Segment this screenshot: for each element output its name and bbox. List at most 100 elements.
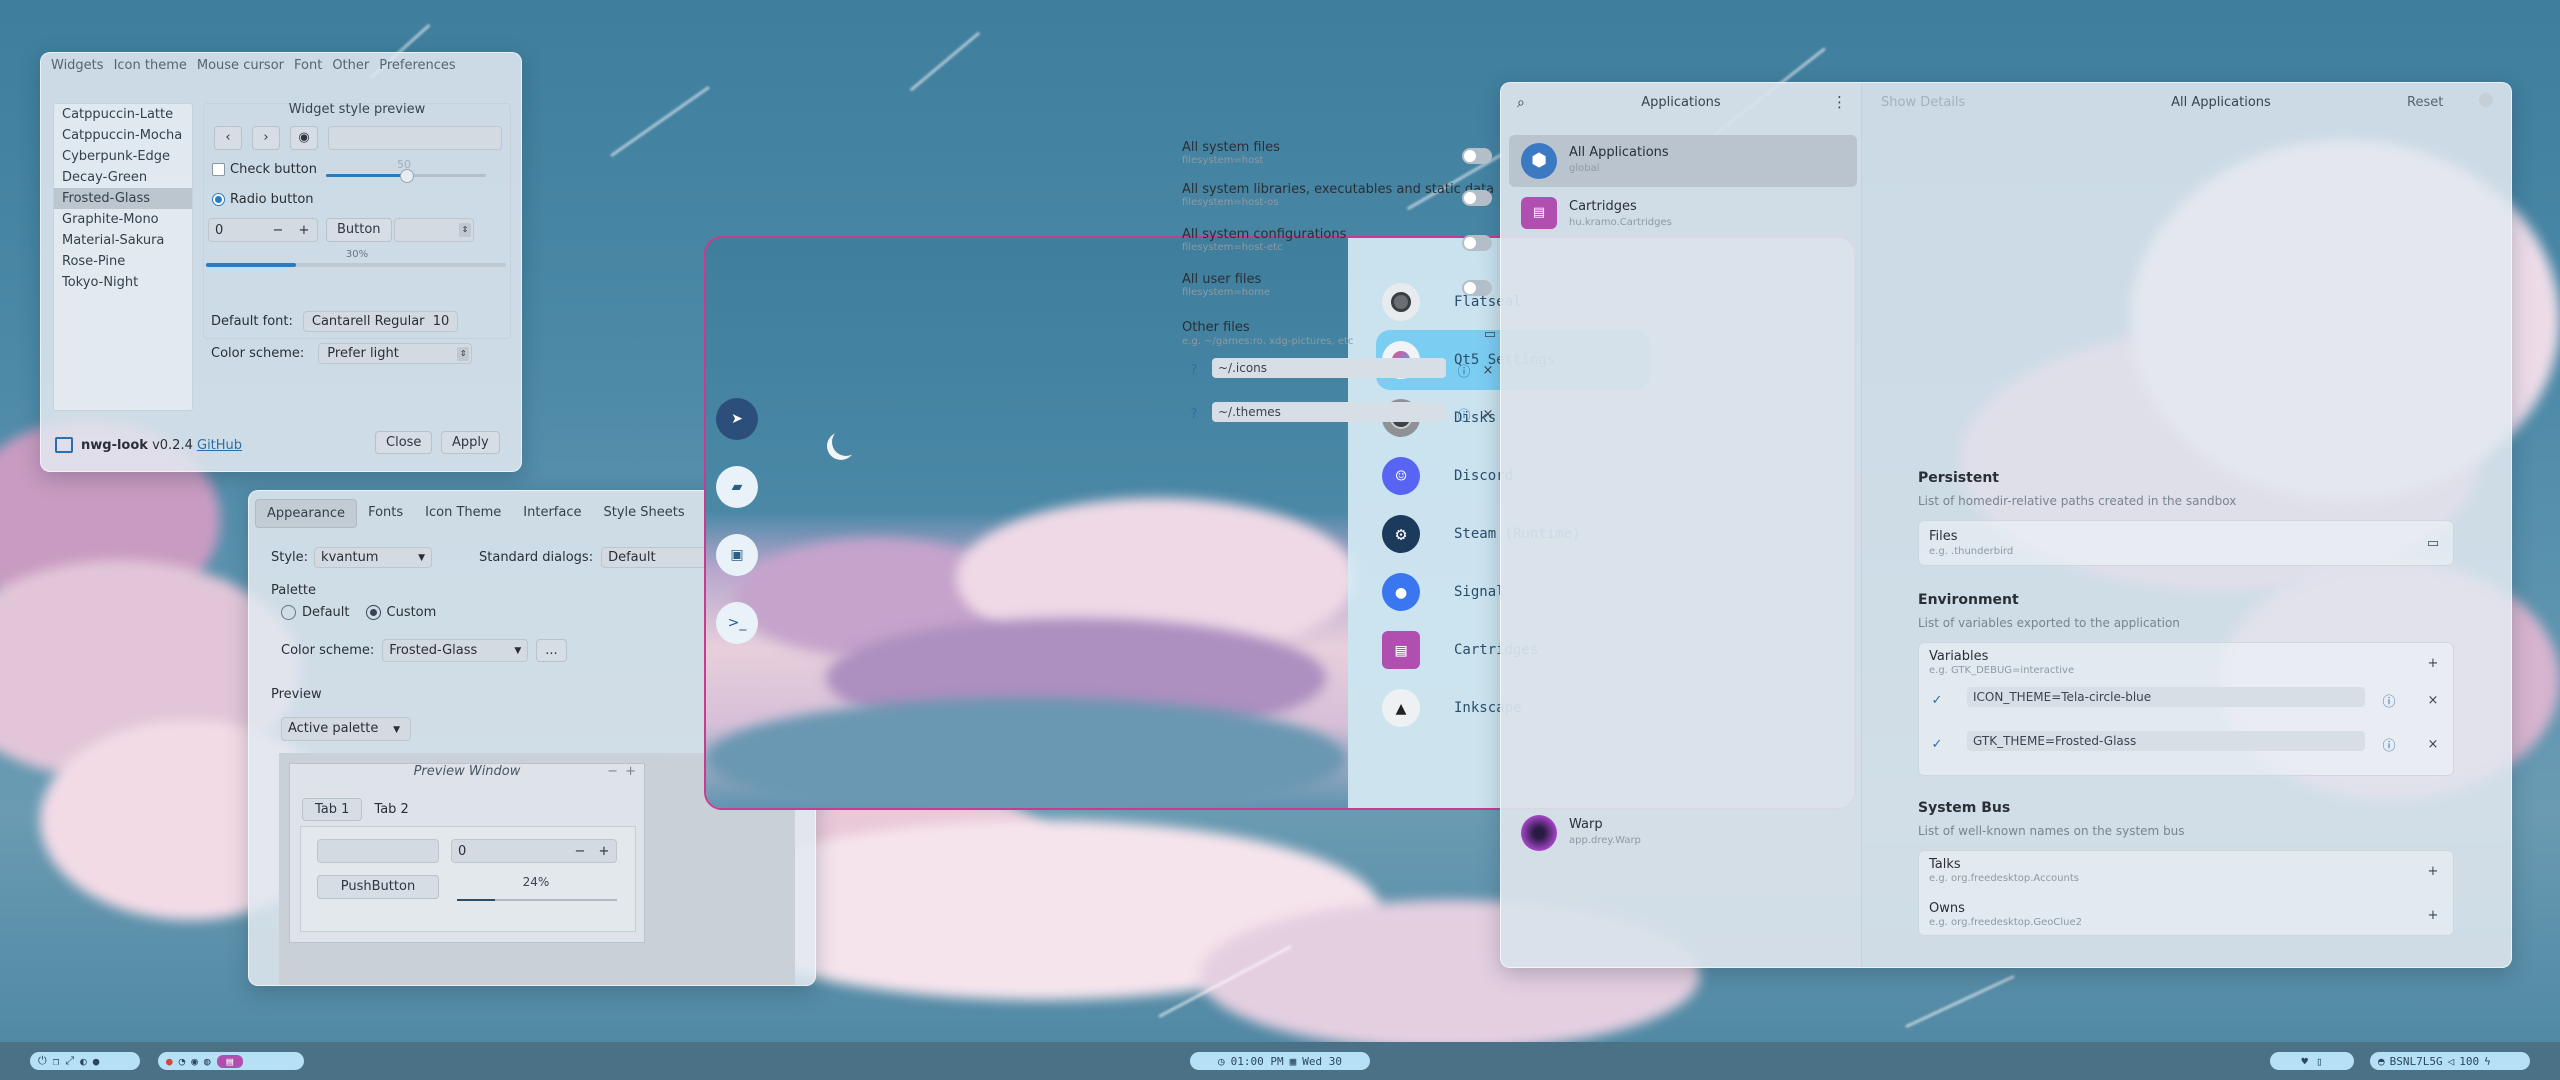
- radio-button[interactable]: Radio button: [212, 192, 314, 207]
- path-field[interactable]: ~/.icons: [1212, 358, 1446, 378]
- help-icon[interactable]: ?: [1186, 406, 1202, 422]
- theme-item[interactable]: Graphite-Mono: [54, 209, 192, 230]
- reset-button[interactable]: Reset: [2407, 95, 2443, 110]
- toggle-switch[interactable]: [1462, 190, 1492, 206]
- check-icon[interactable]: ✓: [1929, 736, 1945, 752]
- plus-icon[interactable]: +: [291, 223, 317, 238]
- minus-icon[interactable]: −: [265, 223, 291, 238]
- preview-button[interactable]: Button: [326, 218, 392, 242]
- preview-push-button[interactable]: PushButton: [317, 875, 439, 899]
- palette-icon[interactable]: ◐: [80, 1055, 87, 1068]
- menu-icon-theme[interactable]: Icon theme: [114, 53, 187, 75]
- spin-value[interactable]: 0: [209, 223, 265, 238]
- app-tray-icon[interactable]: ◍: [204, 1055, 211, 1068]
- theme-item[interactable]: Material-Sakura: [54, 230, 192, 251]
- add-icon[interactable]: +: [2425, 863, 2441, 879]
- add-folder-icon[interactable]: ▭: [1482, 326, 1498, 342]
- apply-button[interactable]: Apply: [441, 431, 500, 454]
- style-select[interactable]: kvantum ▼: [314, 547, 433, 568]
- tab-appearance[interactable]: Appearance: [255, 499, 358, 528]
- theme-item[interactable]: Decay-Green: [54, 167, 192, 188]
- theme-item[interactable]: Cyberpunk-Edge: [54, 146, 192, 167]
- menu-widgets[interactable]: Widgets: [51, 53, 104, 75]
- preview-spinbox[interactable]: 0 − +: [451, 839, 617, 863]
- remove-icon[interactable]: ×: [2425, 692, 2441, 708]
- dock-button[interactable]: >_: [716, 602, 758, 644]
- running-apps-pill[interactable]: ● ◔ ◉ ◍ ▤: [158, 1052, 304, 1070]
- sidebar-item-warp[interactable]: Warp app.drey.Warp: [1509, 809, 1857, 857]
- check-icon[interactable]: ✓: [1929, 692, 1945, 708]
- preview-tab-1[interactable]: Tab 1: [302, 798, 363, 821]
- minus-icon[interactable]: −: [568, 844, 592, 859]
- forward-button[interactable]: ›: [252, 126, 280, 150]
- qt-scheme-select[interactable]: Frosted-Glass ▼: [382, 639, 529, 662]
- copy-icon[interactable]: ❐: [53, 1055, 60, 1068]
- clock-pill[interactable]: ◷ 01:00 PM ▦ Wed 30: [1190, 1052, 1370, 1070]
- tab-fonts[interactable]: Fonts: [357, 499, 414, 528]
- minimize-icon[interactable]: −: [607, 764, 618, 779]
- close-window-icon[interactable]: [2479, 93, 2493, 107]
- radio-default[interactable]: [281, 605, 296, 620]
- dock-button[interactable]: ➤: [716, 398, 758, 440]
- remove-icon[interactable]: ×: [1480, 406, 1496, 422]
- workspace-pill[interactable]: ⏻ ❐ ⤢ ◐ ●: [30, 1052, 140, 1070]
- theme-item-selected[interactable]: Frosted-Glass: [54, 188, 192, 209]
- preview-line-edit[interactable]: [317, 839, 439, 863]
- heart-icon[interactable]: ♥: [2301, 1055, 2308, 1068]
- preview-slider[interactable]: [326, 169, 486, 183]
- menu-font[interactable]: Font: [294, 53, 322, 75]
- record-button[interactable]: ◉: [290, 126, 318, 150]
- variable-field[interactable]: GTK_THEME=Frosted-Glass: [1967, 731, 2365, 751]
- spin-button[interactable]: 0 − +: [208, 218, 318, 242]
- scheme-select[interactable]: Prefer light ⇕: [318, 343, 473, 364]
- tray-pill[interactable]: ♥ ▯: [2270, 1052, 2354, 1070]
- add-icon[interactable]: +: [2425, 907, 2441, 923]
- remove-icon[interactable]: ×: [2425, 736, 2441, 752]
- app-tray-icon[interactable]: ◔: [179, 1055, 186, 1068]
- theme-item[interactable]: Catppuccin-Latte: [54, 104, 192, 125]
- menu-other[interactable]: Other: [332, 53, 369, 75]
- theme-item[interactable]: Tokyo-Night: [54, 272, 192, 293]
- app-tray-icon[interactable]: ●: [166, 1055, 173, 1068]
- info-icon[interactable]: ⓘ: [2381, 736, 2397, 754]
- menu-preferences[interactable]: Preferences: [379, 53, 455, 75]
- show-details-button[interactable]: Show Details: [1881, 95, 1965, 110]
- info-icon[interactable]: ⓘ: [2381, 692, 2397, 710]
- tab-icon-theme[interactable]: Icon Theme: [414, 499, 512, 528]
- add-folder-icon[interactable]: ▭: [2425, 535, 2441, 551]
- tab-style-sheets[interactable]: Style Sheets: [593, 499, 696, 528]
- preview-entry[interactable]: [328, 126, 502, 150]
- back-button[interactable]: ‹: [214, 126, 242, 150]
- github-link[interactable]: GitHub: [197, 438, 242, 453]
- power-icon[interactable]: ⏻: [38, 1054, 47, 1068]
- toggle-switch[interactable]: [1462, 235, 1492, 251]
- variable-field[interactable]: ICON_THEME=Tela-circle-blue: [1967, 687, 2365, 707]
- remove-icon[interactable]: ×: [1480, 362, 1496, 378]
- checkbox-box[interactable]: [212, 163, 225, 176]
- help-icon[interactable]: ?: [1186, 362, 1202, 378]
- expand-icon[interactable]: ⤢: [65, 1054, 74, 1068]
- radio-circle[interactable]: [212, 193, 225, 206]
- preview-tab-2[interactable]: Tab 2: [362, 799, 420, 820]
- dialogs-select[interactable]: Default: [601, 547, 712, 568]
- tab-interface[interactable]: Interface: [512, 499, 592, 528]
- maximize-icon[interactable]: +: [625, 764, 636, 779]
- add-icon[interactable]: +: [2425, 655, 2441, 671]
- app-tray-icon[interactable]: ◉: [191, 1055, 198, 1068]
- rect-icon[interactable]: ▯: [2316, 1055, 2323, 1068]
- radio-custom[interactable]: [365, 605, 381, 620]
- cartridges-tray-icon[interactable]: ▤: [216, 1054, 244, 1068]
- theme-item[interactable]: Rose-Pine: [54, 251, 192, 272]
- font-chooser[interactable]: Cantarell Regular 10: [302, 311, 459, 332]
- sidebar-item-cartridges[interactable]: ▤ Cartridges hu.kramo.Cartridges: [1509, 191, 1857, 239]
- check-button[interactable]: Check button: [212, 162, 317, 177]
- theme-item[interactable]: Catppuccin-Mocha: [54, 125, 192, 146]
- preview-spin-value[interactable]: 0: [452, 844, 568, 859]
- user-icon[interactable]: ●: [93, 1055, 100, 1068]
- info-icon[interactable]: ⓘ: [1456, 406, 1472, 424]
- kebab-menu-icon[interactable]: ⋮: [1832, 93, 1847, 111]
- dock-button[interactable]: ▣: [716, 534, 758, 576]
- toggle-switch[interactable]: [1462, 148, 1492, 164]
- plus-icon[interactable]: +: [592, 844, 616, 859]
- preview-combo[interactable]: ⇕: [394, 218, 474, 242]
